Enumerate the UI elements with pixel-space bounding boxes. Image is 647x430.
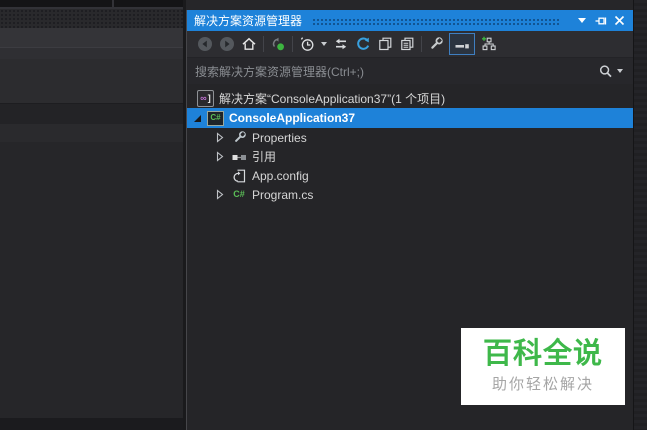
documents-icon	[401, 37, 414, 51]
csharp-file-icon: C#	[233, 189, 245, 199]
search-box[interactable]: 搜索解决方案资源管理器(Ctrl+;)	[187, 57, 633, 84]
home-button[interactable]	[238, 33, 260, 55]
show-all-files-icon	[455, 44, 469, 49]
window-position-button[interactable]	[574, 13, 589, 28]
clock-filter-icon	[300, 37, 314, 51]
project-label: ConsoleApplication37	[229, 111, 356, 125]
toolbar-separator	[263, 36, 264, 52]
csharp-project-icon: C#	[207, 110, 224, 126]
changes-filter-button[interactable]	[267, 33, 289, 55]
show-all-files-button[interactable]	[449, 33, 475, 55]
changes-filter-icon	[272, 37, 284, 51]
panel-grip-band	[0, 9, 183, 28]
search-options-caret[interactable]	[617, 69, 623, 73]
properties-button[interactable]	[425, 33, 447, 55]
ide-top-edge	[0, 0, 183, 9]
solution-label: 解决方案“ConsoleApplication37”(1 个项目)	[219, 92, 446, 106]
collapsed-arrow-icon[interactable]	[213, 132, 225, 144]
panel-titlebar[interactable]: 解决方案资源管理器	[187, 10, 633, 31]
sync-active-document-button[interactable]	[330, 33, 352, 55]
collapsed-arrow-icon[interactable]	[213, 189, 225, 201]
solution-icon: ∞]	[197, 90, 214, 107]
back-button[interactable]	[194, 33, 216, 55]
wrench-icon	[231, 130, 247, 146]
document-icon	[379, 37, 392, 51]
refresh-icon	[357, 37, 370, 50]
close-icon	[614, 15, 625, 26]
ide-band	[0, 28, 183, 48]
config-file-icon	[231, 168, 247, 184]
toolbar-separator	[421, 36, 422, 52]
search-input[interactable]: 搜索解决方案资源管理器(Ctrl+;)	[195, 63, 598, 80]
close-button[interactable]	[612, 13, 627, 28]
solution-folder-tree-icon	[482, 36, 496, 51]
ide-bottom-edge	[0, 418, 183, 430]
tree-row-project[interactable]: C# ConsoleApplication37	[187, 108, 633, 128]
tree-row-properties[interactable]: Properties	[187, 128, 633, 147]
expanded-arrow-icon[interactable]	[191, 112, 203, 124]
home-icon	[242, 37, 256, 50]
ide-band	[0, 124, 183, 142]
wrench-icon	[431, 37, 443, 49]
forward-button[interactable]	[216, 33, 238, 55]
tree-row-appconfig[interactable]: App.config	[187, 166, 633, 185]
collapsed-arrow-icon[interactable]	[213, 151, 225, 163]
tree-row-references[interactable]: 引用	[187, 147, 633, 166]
references-icon	[231, 149, 247, 165]
forward-icon	[220, 37, 234, 51]
sync-icon	[335, 38, 347, 50]
tree-row-solution[interactable]: ∞] 解决方案“ConsoleApplication37”(1 个项目)	[187, 89, 633, 108]
ide-band	[0, 103, 183, 124]
back-icon	[198, 37, 212, 51]
pin-icon	[595, 17, 606, 24]
item-label: 引用	[252, 150, 277, 164]
chevron-down-icon	[321, 42, 327, 46]
titlebar-grip	[312, 17, 560, 27]
copy-document-button[interactable]	[396, 33, 418, 55]
right-edge-strip	[633, 0, 647, 430]
watermark-subtitle: 助你轻松解决	[491, 376, 594, 394]
pending-filter-button[interactable]	[296, 33, 318, 55]
refresh-button[interactable]	[352, 33, 374, 55]
toolbar-separator	[292, 36, 293, 52]
vs-ide-window: 解决方案资源管理器 搜索解决方案资源管理器(Ctrl+;) ∞] 解决方案“C…	[0, 0, 647, 430]
tree-row-programcs[interactable]: C# Program.cs	[187, 185, 633, 204]
watermark-badge: 百科全说 助你轻松解决	[461, 328, 625, 405]
ide-band	[0, 48, 183, 59]
filter-dropdown-button[interactable]	[318, 33, 330, 55]
ide-background	[0, 0, 183, 430]
item-label: App.config	[252, 168, 309, 183]
item-label: Program.cs	[252, 187, 314, 202]
ide-band	[0, 59, 183, 103]
search-icon[interactable]	[598, 64, 613, 79]
solution-explorer-toolbar	[187, 31, 633, 57]
ide-band	[0, 142, 183, 418]
ide-divider	[112, 0, 114, 8]
pin-button[interactable]	[593, 13, 608, 28]
panel-title: 解决方案资源管理器	[194, 14, 303, 28]
chevron-down-icon	[577, 18, 586, 23]
preview-document-button[interactable]	[374, 33, 396, 55]
new-solution-folder-button[interactable]	[477, 33, 499, 55]
item-label: Properties	[252, 130, 307, 145]
watermark-title: 百科全说	[482, 337, 603, 370]
